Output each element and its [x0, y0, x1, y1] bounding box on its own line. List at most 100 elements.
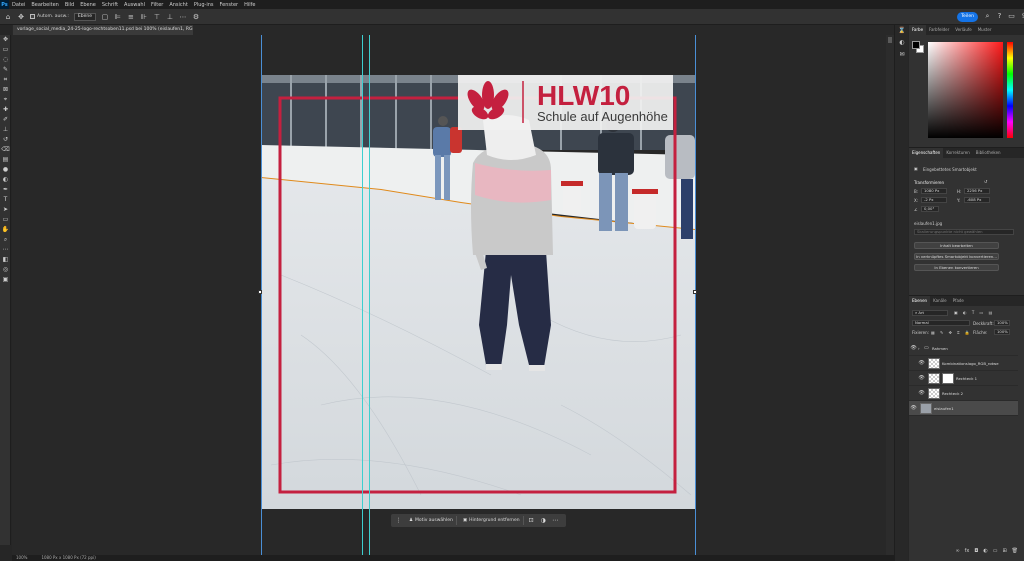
- zoom-tool-icon[interactable]: ⌕: [0, 235, 11, 245]
- align-right-icon[interactable]: ⊪: [140, 13, 148, 21]
- home-icon[interactable]: ⌂: [4, 13, 12, 21]
- fx-icon[interactable]: fx: [965, 546, 970, 556]
- search-icon[interactable]: ⌕: [983, 12, 992, 21]
- color-picker-field[interactable]: [928, 42, 1003, 138]
- edit-contents-button[interactable]: Inhalt bearbeiten: [914, 242, 999, 249]
- visibility-eye-icon[interactable]: 👁: [917, 360, 926, 366]
- menu-hilfe[interactable]: Hilfe: [241, 2, 258, 8]
- artboard-tool-icon[interactable]: ▭: [0, 45, 11, 55]
- hand-tool-icon[interactable]: ✋: [0, 225, 11, 235]
- vertical-scrollbar[interactable]: [886, 35, 894, 555]
- adjustment-icon[interactable]: ◑: [539, 517, 548, 524]
- menu-fenster[interactable]: Fenster: [217, 2, 242, 8]
- layer-filter-icons[interactable]: ▣ ◐ T ▭ ▤: [954, 310, 994, 315]
- gradient-tool-icon[interactable]: ▤: [0, 155, 11, 165]
- layer-row[interactable]: 👁 eislaufen1: [909, 401, 1018, 416]
- menu-bearbeiten[interactable]: Bearbeiten: [28, 2, 61, 8]
- foreground-color-swatch[interactable]: [912, 41, 920, 49]
- type-tool-icon[interactable]: T: [0, 195, 11, 205]
- visibility-eye-icon[interactable]: 👁: [917, 375, 926, 381]
- history-icon[interactable]: ⌛: [895, 25, 909, 37]
- document-tab[interactable]: vorlage_social_media_24-25-logo-rechtsob…: [13, 25, 193, 35]
- dodge-tool-icon[interactable]: ◐: [0, 175, 11, 185]
- tab-swatches[interactable]: Farbfelder: [926, 25, 952, 35]
- blend-mode-dropdown[interactable]: Normal: [912, 320, 970, 326]
- transform-handle[interactable]: [693, 290, 697, 294]
- angle-field[interactable]: 0,00°: [921, 206, 939, 212]
- tab-channels[interactable]: Kanäle: [930, 296, 950, 306]
- y-field[interactable]: -608 Px: [964, 197, 990, 203]
- tab-layers[interactable]: Ebenen: [909, 296, 931, 306]
- adjustment-layer-icon[interactable]: ◐: [983, 546, 987, 556]
- select-subject-button[interactable]: ♟ Motiv auswählen: [406, 516, 457, 525]
- mask-icon[interactable]: ◘: [974, 546, 978, 556]
- fill-field[interactable]: 100%: [994, 329, 1010, 335]
- layer-row[interactable]: 👁 Rechteck 2: [909, 386, 1018, 401]
- move-tool-icon[interactable]: ✥: [0, 35, 11, 45]
- convert-layers-button[interactable]: In Ebenen konvertieren: [914, 264, 999, 271]
- more-tools-icon[interactable]: ⋯: [0, 245, 11, 255]
- menu-datei[interactable]: Datei: [9, 2, 28, 8]
- healing-brush-icon[interactable]: ✚: [0, 105, 11, 115]
- tab-color[interactable]: Farbe: [909, 25, 927, 35]
- brush-tool-icon[interactable]: ✐: [0, 115, 11, 125]
- share-arrow-icon[interactable]: ⇪: [1019, 12, 1024, 21]
- quick-select-icon[interactable]: ✎: [0, 65, 11, 75]
- help-icon[interactable]: ?: [995, 12, 1004, 21]
- layer-row[interactable]: 👁 Kombinationslogo_RGB_rotwe: [909, 356, 1018, 371]
- align-left-icon[interactable]: ⊫: [114, 13, 122, 21]
- drag-handle-icon[interactable]: ⋮: [394, 517, 403, 524]
- stamp-tool-icon[interactable]: ⊥: [0, 125, 11, 135]
- remove-background-button[interactable]: ▣ Hintergrund entfernen: [460, 516, 524, 525]
- tab-properties[interactable]: Eigenschaften: [909, 148, 944, 158]
- new-group-icon[interactable]: ▭: [993, 546, 998, 556]
- 3d-mode-icon[interactable]: ⚙: [192, 13, 200, 21]
- menu-filter[interactable]: Filter: [148, 2, 166, 8]
- blur-tool-icon[interactable]: ●: [0, 165, 11, 175]
- trash-icon[interactable]: 🗑: [1012, 546, 1018, 556]
- reset-transform-icon[interactable]: ↺: [984, 179, 987, 184]
- visibility-eye-icon[interactable]: 👁: [917, 390, 926, 396]
- autoselect-checkbox[interactable]: Autom. ausw.:: [30, 14, 69, 19]
- width-field[interactable]: 1080 Px: [921, 188, 947, 194]
- quick-mask-icon[interactable]: ◎: [0, 265, 11, 275]
- align-middle-icon[interactable]: ⊥: [166, 13, 174, 21]
- align-top-icon[interactable]: ⊤: [153, 13, 161, 21]
- transform-handle[interactable]: [258, 290, 262, 294]
- frame-tool-icon[interactable]: ⊠: [0, 85, 11, 95]
- link-icon[interactable]: ∞: [955, 546, 959, 556]
- visibility-eye-icon[interactable]: 👁: [909, 405, 918, 411]
- menu-plugins[interactable]: Plug-ins: [191, 2, 217, 8]
- move-tool-icon[interactable]: ✥: [17, 13, 25, 21]
- pen-tool-icon[interactable]: ✒: [0, 185, 11, 195]
- comments-icon[interactable]: ✉: [895, 49, 909, 61]
- tab-paths[interactable]: Pfade: [950, 296, 967, 306]
- tab-adjustments[interactable]: Korrekturen: [943, 148, 972, 158]
- opacity-field[interactable]: 100%: [994, 320, 1010, 326]
- align-center-icon[interactable]: ≡: [127, 13, 135, 21]
- lasso-tool-icon[interactable]: ◌: [0, 55, 11, 65]
- path-select-icon[interactable]: ➤: [0, 205, 11, 215]
- more-icon[interactable]: ⋯: [551, 517, 560, 524]
- eraser-tool-icon[interactable]: ⌫: [0, 145, 11, 155]
- menu-ansicht[interactable]: Ansicht: [166, 2, 190, 8]
- share-button[interactable]: Teilen: [957, 12, 978, 22]
- document-canvas[interactable]: HLW10 Schule auf Augenhöhe: [261, 75, 695, 509]
- crop-tool-icon[interactable]: ⌗: [0, 75, 11, 85]
- menu-bild[interactable]: Bild: [62, 2, 77, 8]
- new-layer-icon[interactable]: ⊞: [1002, 546, 1006, 556]
- visibility-eye-icon[interactable]: 👁: [909, 345, 918, 351]
- eyedropper-icon[interactable]: ⌖: [0, 95, 11, 105]
- convert-linked-button[interactable]: In verknüpftes Smartobjekt konvertieren.…: [914, 253, 999, 260]
- scroll-thumb[interactable]: [888, 37, 892, 43]
- zoom-level[interactable]: 100%: [16, 555, 27, 561]
- lock-icons[interactable]: ▦ ✎ ✥ ⌗ 🔒: [931, 330, 972, 335]
- transform-icon[interactable]: ⊡: [527, 517, 536, 524]
- transform-controls-icon[interactable]: ▢: [101, 13, 109, 21]
- history-brush-icon[interactable]: ↺: [0, 135, 11, 145]
- menu-schrift[interactable]: Schrift: [99, 2, 121, 8]
- screen-mode-icon[interactable]: ▣: [0, 275, 11, 285]
- hue-slider[interactable]: [1007, 42, 1013, 138]
- tab-patterns[interactable]: Muster: [975, 25, 995, 35]
- menu-auswahl[interactable]: Auswahl: [121, 2, 148, 8]
